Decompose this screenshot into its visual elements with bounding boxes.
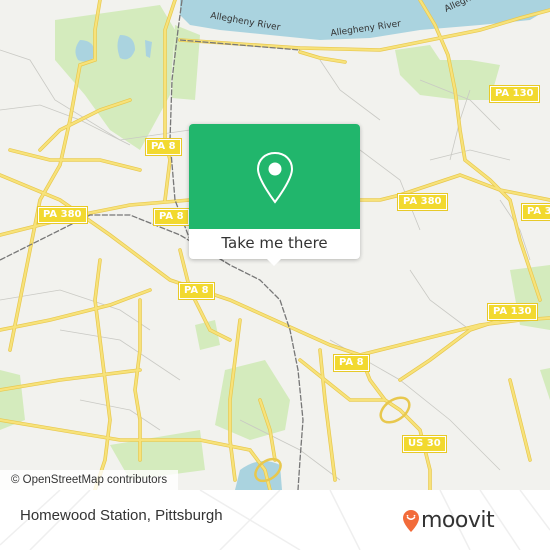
route-shield: PA 8 xyxy=(145,138,182,156)
popup-header xyxy=(189,124,360,229)
popup-pointer xyxy=(266,258,282,266)
moovit-logo[interactable]: moovit xyxy=(402,508,495,534)
route-shield: PA 130 xyxy=(489,85,540,103)
route-shield: US 30 xyxy=(402,435,447,453)
route-shield: PA 8 xyxy=(153,208,190,226)
take-me-there-button[interactable]: Take me there xyxy=(189,229,360,259)
map-pin-icon xyxy=(256,151,294,204)
footer: Homewood Station, Pittsburgh moovit xyxy=(0,490,550,550)
moovit-pin-icon xyxy=(403,510,419,532)
route-shield: PA 130 xyxy=(487,303,538,321)
route-shield: PA 8 xyxy=(178,282,215,300)
route-shield: PA 380 xyxy=(397,193,448,211)
route-shield: PA 380 xyxy=(37,206,88,224)
map-attribution[interactable]: © OpenStreetMap contributors xyxy=(0,470,179,490)
route-shield: PA 8 xyxy=(333,354,370,372)
location-popup: Take me there xyxy=(189,124,360,266)
route-shield: PA 3 xyxy=(521,203,550,221)
location-title: Homewood Station, Pittsburgh xyxy=(20,507,223,524)
brand-name: moovit xyxy=(421,508,495,533)
